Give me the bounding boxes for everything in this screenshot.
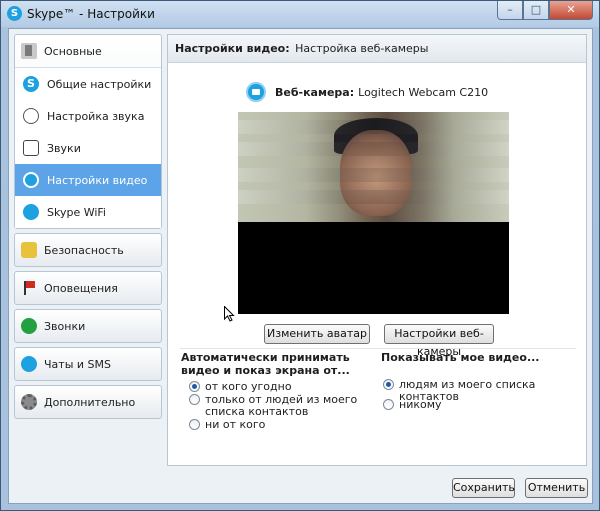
webcam-row: Веб-камера: Logitech Webcam C210 (246, 82, 488, 102)
radio-button[interactable] (189, 419, 200, 430)
sidebar-item-video-settings[interactable]: Настройки видео (15, 164, 161, 196)
sidebar-item-skype-wifi[interactable]: Skype WiFi (15, 196, 161, 228)
speaker-icon (23, 140, 39, 156)
sidebar-item-notifications[interactable]: Оповещения (15, 272, 161, 304)
gear-icon (21, 394, 37, 410)
chat-icon (21, 356, 37, 372)
sidebar-item-label: Основные (44, 44, 102, 58)
sidebar-item-label: Оповещения (44, 281, 118, 295)
flag-icon (21, 280, 37, 296)
preview-band (238, 190, 509, 204)
sidebar-item-label: Чаты и SMS (44, 357, 111, 371)
radio-label: только от людей из моего списка контакто… (205, 393, 358, 418)
sidebar-item-label: Общие настройки (47, 77, 152, 91)
sidebar-item-label: Безопасность (44, 243, 124, 257)
skype-logo-icon: S (7, 6, 22, 21)
radio-button[interactable] (383, 379, 394, 390)
preview-band (238, 168, 509, 182)
webcam-label: Веб-камера: (275, 85, 355, 99)
panel-subtitle: Настройка веб-камеры (295, 42, 429, 55)
radio-accept-anyone[interactable]: от кого угодно (189, 381, 292, 393)
settings-sidebar: Основные S Общие настройки Настройка зву… (14, 34, 162, 423)
preview-band (238, 142, 509, 156)
cancel-button[interactable]: Отменить (525, 478, 588, 498)
skype-icon: S (23, 76, 39, 92)
radio-accept-contacts[interactable]: только от людей из моего списка контакто… (189, 394, 359, 418)
sidebar-item-label: Настройка звука (47, 109, 145, 123)
phone-icon (21, 318, 37, 334)
video-icon (23, 172, 39, 188)
show-video-title: Показывать мое видео... (381, 351, 540, 364)
sidebar-group-chats: Чаты и SMS (14, 347, 162, 381)
webcam-name: Logitech Webcam C210 (358, 85, 489, 99)
mouse-cursor-icon (224, 306, 235, 322)
auto-accept-title: Автоматически принимать видео и показ эк… (181, 351, 350, 377)
sidebar-group-advanced: Дополнительно (14, 385, 162, 419)
sidebar-item-label: Дополнительно (44, 395, 136, 409)
radio-label: ни от кого (205, 418, 266, 431)
section-divider (180, 348, 576, 349)
sound-icon (23, 108, 39, 124)
radio-button[interactable] (189, 381, 200, 392)
sidebar-item-general-settings[interactable]: S Общие настройки (15, 68, 161, 100)
title-bar[interactable]: S Skype™ - Настройки – □ ✕ (1, 1, 599, 27)
video-settings-panel: Настройки видео: Настройка веб-камеры Ве… (167, 34, 587, 466)
minimize-button[interactable]: – (497, 1, 523, 20)
radio-button[interactable] (189, 394, 200, 405)
sidebar-item-chats-sms[interactable]: Чаты и SMS (15, 348, 161, 380)
sidebar-item-label: Настройки видео (47, 173, 148, 187)
sidebar-item-security[interactable]: Безопасность (15, 234, 161, 266)
radio-label: никому (399, 398, 442, 411)
settings-client-area: Основные S Общие настройки Настройка зву… (8, 28, 593, 504)
webcam-preview-image (238, 112, 509, 222)
sidebar-item-label: Звонки (44, 319, 86, 333)
key-icon (21, 242, 37, 258)
webcam-settings-button[interactable]: Настройки веб-камеры (384, 324, 494, 358)
sidebar-item-calls[interactable]: Звонки (15, 310, 161, 342)
sidebar-item-sounds[interactable]: Звуки (15, 132, 161, 164)
radio-accept-nobody[interactable]: ни от кого (189, 419, 265, 431)
sidebar-submenu: S Общие настройки Настройка звука Звуки … (15, 67, 161, 228)
panel-title: Настройки видео: (175, 42, 290, 55)
sidebar-item-sound-setup[interactable]: Настройка звука (15, 100, 161, 132)
save-button[interactable]: Сохранить (452, 478, 515, 498)
sidebar-group-calls: Звонки (14, 309, 162, 343)
webcam-icon (246, 82, 266, 102)
sidebar-item-label: Звуки (47, 141, 81, 155)
panel-header: Настройки видео: Настройка веб-камеры (168, 35, 586, 63)
webcam-preview (238, 112, 509, 314)
change-avatar-button[interactable]: Изменить аватар (264, 324, 370, 344)
sidebar-group-general: Основные S Общие настройки Настройка зву… (14, 34, 162, 229)
window-title: Skype™ - Настройки (27, 7, 155, 21)
maximize-button[interactable]: □ (523, 1, 549, 20)
sidebar-item-label: Skype WiFi (47, 205, 106, 219)
sidebar-item-advanced[interactable]: Дополнительно (15, 386, 161, 418)
radio-label: от кого угодно (205, 380, 292, 393)
sidebar-group-security: Безопасность (14, 233, 162, 267)
wifi-icon (23, 204, 39, 220)
radio-button[interactable] (383, 399, 394, 410)
preview-band (238, 120, 509, 134)
close-button[interactable]: ✕ (549, 1, 593, 20)
sidebar-item-general[interactable]: Основные (15, 35, 161, 67)
sidebar-group-notifications: Оповещения (14, 271, 162, 305)
home-icon (21, 43, 37, 59)
radio-show-nobody[interactable]: никому (383, 399, 442, 411)
settings-window: S Skype™ - Настройки – □ ✕ Основные S Об… (0, 0, 600, 511)
